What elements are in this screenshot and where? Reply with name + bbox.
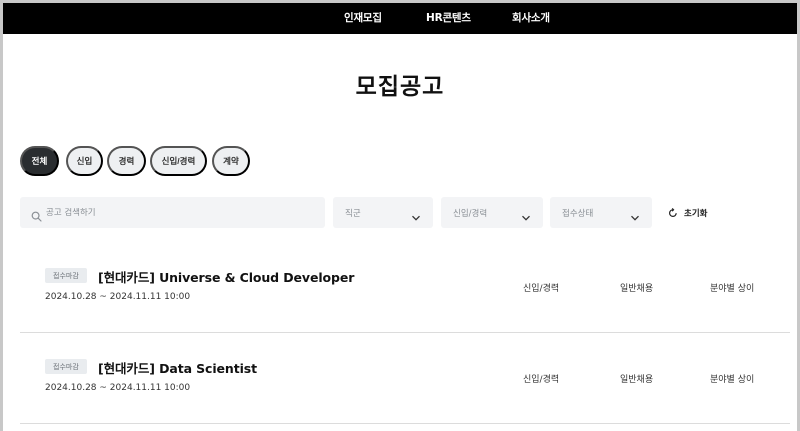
search-input[interactable]: [46, 207, 316, 218]
status-badge: 접수마감: [45, 359, 87, 374]
job-career: 신입/경력: [523, 284, 560, 294]
nav-item-hr-content[interactable]: HR콘텐츠: [426, 10, 471, 25]
nav-item-recruit[interactable]: 인재모집: [344, 10, 382, 25]
chevron-down-icon: [630, 208, 640, 221]
career-select-label: 신입/경력: [453, 208, 488, 219]
job-type-select-label: 직군: [345, 208, 361, 219]
job-career: 신입/경력: [523, 375, 560, 385]
job-employment-type: 일반채용: [620, 284, 654, 294]
job-period: 2024.10.28 ~ 2024.11.11 10:00: [45, 292, 191, 302]
job-period: 2024.10.28 ~ 2024.11.11 10:00: [45, 383, 191, 393]
reset-label: 초기화: [684, 208, 708, 219]
tab-new-experienced[interactable]: 신입/경력: [150, 146, 207, 176]
reset-button[interactable]: 초기화: [668, 197, 707, 228]
status-badge: 접수마감: [45, 268, 87, 283]
filter-bar: 직군 신입/경력 접수상태 초: [20, 197, 760, 228]
job-type-select[interactable]: 직군: [333, 197, 433, 228]
job-title[interactable]: [현대카드] Data Scientist: [98, 358, 257, 377]
tab-all[interactable]: 전체: [20, 146, 59, 176]
job-title[interactable]: [현대카드] Universe & Cloud Developer: [98, 267, 354, 286]
career-select[interactable]: 신입/경력: [441, 197, 543, 228]
chevron-down-icon: [411, 208, 421, 221]
nav-item-company[interactable]: 회사소개: [512, 10, 550, 25]
page: 인재모집 HR콘텐츠 회사소개 모집공고 전체 신입 경력 신입/경력 계약 직…: [3, 3, 797, 431]
top-navigation: 인재모집 HR콘텐츠 회사소개: [3, 3, 797, 34]
job-field: 분야별 상이: [710, 284, 755, 294]
refresh-icon: [668, 207, 678, 218]
job-employment-type: 일반채용: [620, 375, 654, 385]
chevron-down-icon: [521, 208, 531, 221]
tab-contract[interactable]: 계약: [212, 146, 250, 176]
job-row[interactable]: 접수마감 [현대카드] Data Scientist 2024.10.28 ~ …: [20, 334, 790, 424]
tab-experienced[interactable]: 경력: [107, 146, 146, 176]
search-box: [20, 197, 325, 228]
page-title: 모집공고: [355, 74, 445, 100]
tab-new[interactable]: 신입: [66, 146, 103, 176]
screenshot-frame: 인재모집 HR콘텐츠 회사소개 모집공고 전체 신입 경력 신입/경력 계약 직…: [0, 0, 800, 431]
search-icon: [31, 207, 42, 222]
job-field: 분야별 상이: [710, 375, 755, 385]
status-select[interactable]: 접수상태: [550, 197, 652, 228]
status-select-label: 접수상태: [562, 208, 594, 219]
job-row[interactable]: 접수마감 [현대카드] Universe & Cloud Developer 2…: [20, 243, 790, 333]
